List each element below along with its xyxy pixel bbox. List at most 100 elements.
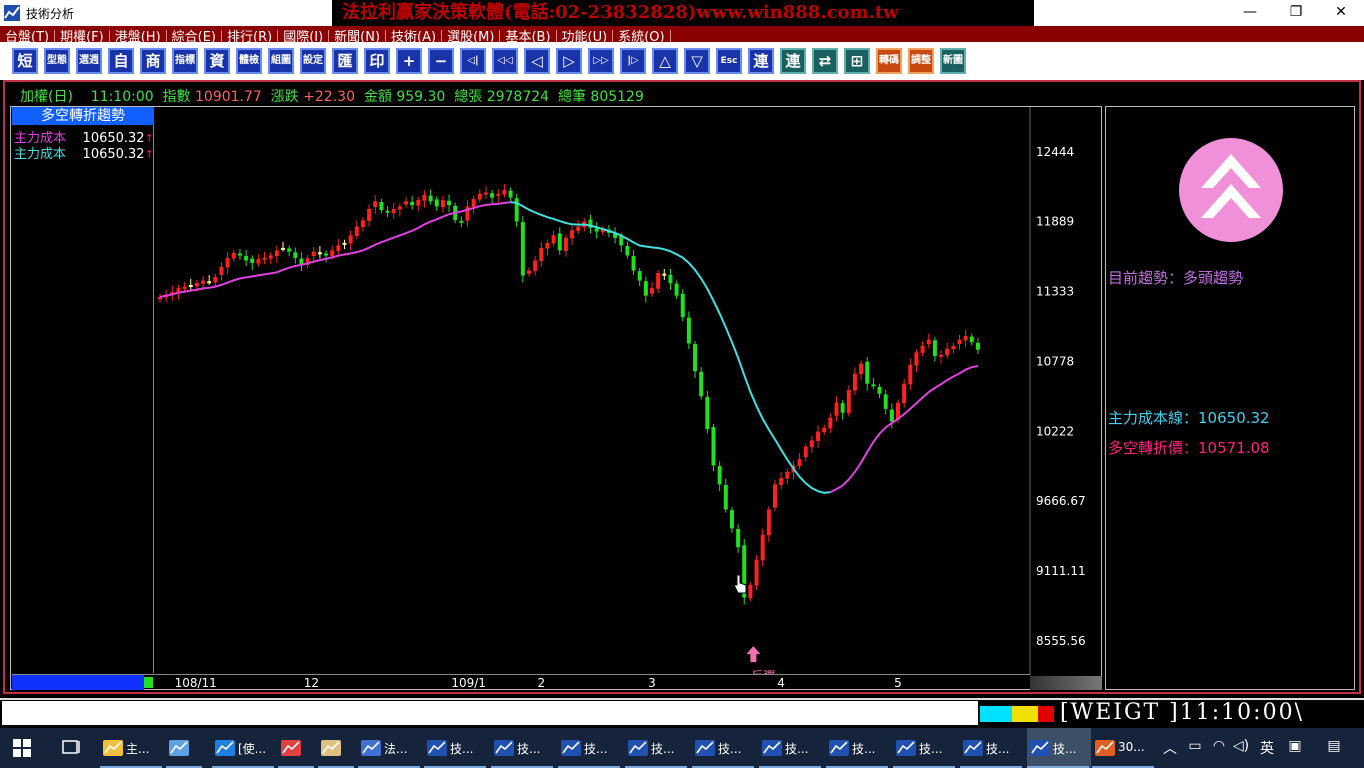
toolbar-short-button[interactable]: 短 <box>12 48 38 74</box>
candle-body <box>477 193 482 200</box>
toolbar-indicator-button[interactable]: 指標 <box>172 48 198 74</box>
candle-body <box>766 509 771 536</box>
toolbar-grid-button[interactable]: ⊞ <box>844 48 870 74</box>
taskbar-item[interactable]: 技... <box>1027 728 1091 768</box>
taskbar-item[interactable]: 技... <box>491 728 555 768</box>
toolbar-group-button[interactable]: 組圖 <box>268 48 294 74</box>
toolbar-last-button[interactable]: |▷ <box>620 48 646 74</box>
taskbar-item[interactable] <box>166 728 204 768</box>
candle-body <box>385 210 390 213</box>
toolbar-swap-button[interactable]: ⇄ <box>812 48 838 74</box>
toolbar-print-button[interactable]: 印 <box>364 48 390 74</box>
ime-indicator[interactable]: 英 <box>1258 738 1276 758</box>
toolbar-zoom-out-button[interactable]: − <box>428 48 454 74</box>
toolbar-adjust-button[interactable]: 調整 <box>908 48 934 74</box>
toolbar-back-button[interactable]: ◁ <box>524 48 550 74</box>
candle-body <box>188 284 193 287</box>
candle-body <box>219 266 224 275</box>
candle-body <box>877 386 882 394</box>
toolbar-link2-button[interactable]: 連 <box>780 48 806 74</box>
candle-body <box>680 293 685 318</box>
windows-start-icon[interactable] <box>12 738 34 758</box>
taskbar-item[interactable]: 技... <box>893 728 957 768</box>
taskbar-item[interactable]: 技... <box>424 728 488 768</box>
menu-item-composite[interactable]: 綜合(E) <box>167 30 222 42</box>
toolbar-export-button[interactable]: 匯 <box>332 48 358 74</box>
toolbar-zoom-in-button[interactable]: + <box>396 48 422 74</box>
candle-body <box>281 247 285 250</box>
menu-item-news[interactable]: 新聞(N) <box>329 30 387 42</box>
minimize-button[interactable]: — <box>1227 0 1273 26</box>
taskbar-item[interactable]: 技... <box>960 728 1024 768</box>
taskbar-item[interactable]: 主... <box>100 728 164 768</box>
taskbar-item-label: 技... <box>919 742 943 756</box>
candle-body <box>459 220 464 223</box>
close-button[interactable]: ✕ <box>1318 0 1364 26</box>
candlestick-chart[interactable]: 12444 11889 11333 10778 10222 9666.67 9111.11 8… <box>155 107 1101 675</box>
taskbar-item[interactable]: 技... <box>558 728 622 768</box>
menu-item-hongkong[interactable]: 港盤(H) <box>110 30 167 42</box>
taskbar-item[interactable]: 技... <box>692 728 756 768</box>
menu-item-technical[interactable]: 技術(A) <box>386 30 443 42</box>
candle-body <box>840 403 845 413</box>
taskbar-item[interactable]: 30... <box>1092 728 1156 768</box>
menu-item-international[interactable]: 國際(I) <box>278 30 330 42</box>
taskbar-item[interactable] <box>318 728 356 768</box>
candle-body <box>256 259 261 264</box>
clipboard-icon[interactable]: ▣ <box>1286 738 1304 758</box>
menu-item-taiwan[interactable]: 台盤(T) <box>0 30 56 42</box>
toolbar-settings-button[interactable]: 設定 <box>300 48 326 74</box>
toolbar-custom-button[interactable]: 自 <box>108 48 134 74</box>
restore-button[interactable]: ❐ <box>1273 0 1319 26</box>
notification-icon[interactable]: ▤ <box>1324 738 1344 758</box>
toolbar-checkup-button[interactable]: 體檢 <box>236 48 262 74</box>
candle-body <box>797 459 802 467</box>
candle-body <box>360 220 365 228</box>
menu-item-functions[interactable]: 功能(U) <box>557 30 614 42</box>
candle-body <box>348 235 353 244</box>
toolbar-fast-forward-button[interactable]: ▷▷ <box>588 48 614 74</box>
scroll-bar[interactable] <box>12 675 144 690</box>
toolbar-period-button[interactable]: 選週 <box>76 48 102 74</box>
quote-info-line: 加權(日) 11:10:00 指數 10901.77 漲跌 +22.30 金額 … <box>20 86 644 106</box>
toolbar-commodity-button[interactable]: 商 <box>140 48 166 74</box>
taskbar-item-label: [使... <box>238 742 267 756</box>
toolbar-up-button[interactable]: △ <box>652 48 678 74</box>
volume-icon[interactable]: ◁) <box>1232 738 1250 758</box>
candle-body <box>545 242 550 249</box>
toolbar-pattern-button[interactable]: 型態 <box>44 48 70 74</box>
toolbar-data-button[interactable]: 資 <box>204 48 230 74</box>
taskbar-item[interactable]: 技... <box>625 728 689 768</box>
toolbar-first-button[interactable]: ◁| <box>460 48 486 74</box>
toolbar-esc-button[interactable]: Esc <box>716 48 742 74</box>
candle-body <box>262 257 267 260</box>
task-view-icon[interactable] <box>60 738 82 758</box>
menu-item-screener[interactable]: 選股(M) <box>442 30 501 42</box>
toolbar-new-chart-button[interactable]: 新圖 <box>940 48 966 74</box>
toolbar-down-button[interactable]: ▽ <box>684 48 710 74</box>
toolbar-convert-button[interactable]: 轉碼 <box>876 48 902 74</box>
menu-item-ranking[interactable]: 排行(R) <box>222 30 279 42</box>
candle-body <box>650 288 654 294</box>
candle-body <box>809 440 814 448</box>
candle-body <box>883 394 888 409</box>
menu-item-system[interactable]: 系統(O) <box>613 30 671 42</box>
taskbar-item[interactable]: 技... <box>826 728 890 768</box>
menu-item-futures[interactable]: 期權(F) <box>55 30 110 42</box>
y-tick-label: 11333 <box>1036 285 1074 299</box>
taskbar-item-label: 主... <box>126 742 150 756</box>
candle-body <box>920 345 925 353</box>
taskbar-item[interactable] <box>278 728 316 768</box>
taskbar-item[interactable]: [使... <box>212 728 276 768</box>
status-color-block <box>1038 706 1054 722</box>
menu-item-fundamental[interactable]: 基本(B) <box>500 30 557 42</box>
scroll-thumb[interactable] <box>144 677 153 688</box>
candle-body <box>471 198 476 207</box>
taskbar-item[interactable]: 法... <box>358 728 422 768</box>
toolbar-link-button[interactable]: 連 <box>748 48 774 74</box>
tray-chevron-icon[interactable]: ︿ <box>1162 738 1178 758</box>
toolbar-fast-back-button[interactable]: ◁◁ <box>492 48 518 74</box>
wifi-icon[interactable]: ◠ <box>1210 738 1228 758</box>
taskbar-item[interactable]: 技... <box>759 728 823 768</box>
toolbar-forward-button[interactable]: ▷ <box>556 48 582 74</box>
